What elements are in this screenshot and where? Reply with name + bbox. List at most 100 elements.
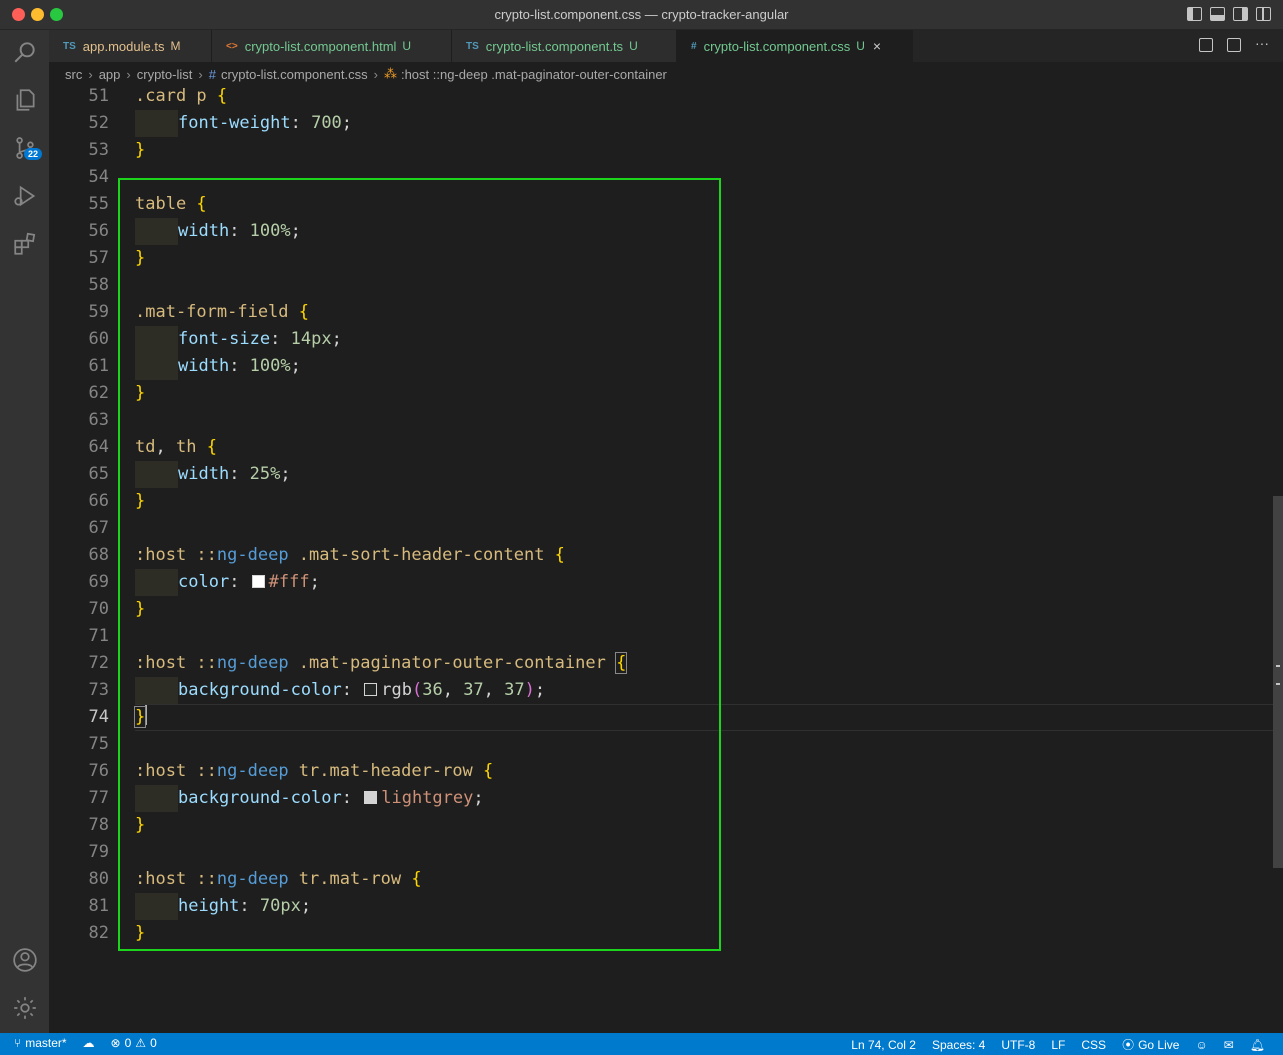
toggle-sidebar-icon[interactable] (1187, 7, 1202, 21)
split-editor-icon[interactable] (1227, 38, 1241, 52)
tab-git-status: U (856, 39, 865, 53)
notifications-icon[interactable]: 🔔︎ (1250, 1036, 1265, 1053)
vertical-scrollbar[interactable] (1273, 86, 1283, 1033)
toggle-panel-icon[interactable] (1210, 7, 1225, 21)
code-line[interactable]: 55 table { (49, 191, 1283, 218)
run-debug-icon[interactable] (11, 182, 39, 210)
tab-app-module-ts[interactable]: TS app.module.ts M (49, 30, 212, 62)
code-line[interactable]: 78} (49, 812, 1283, 839)
tab-label: crypto-list.component.css (703, 38, 851, 54)
sync-icon[interactable]: ☁ (83, 1036, 95, 1050)
breadcrumb-file[interactable]: crypto-list.component.css (221, 67, 368, 82)
code-line[interactable]: 60 font-size: 14px; (49, 326, 1283, 353)
line-code: } (135, 812, 145, 839)
extensions-icon[interactable] (11, 230, 39, 258)
code-line[interactable]: 68:host ::ng-deep .mat-sort-header-conte… (49, 542, 1283, 569)
language-mode[interactable]: CSS (1081, 1036, 1106, 1053)
go-live-button[interactable]: ⦿ Go Live (1122, 1036, 1179, 1053)
code-token: :host (135, 761, 197, 781)
code-line[interactable]: 53} (49, 137, 1283, 164)
tab-crypto-list-ts[interactable]: TS crypto-list.component.ts U (452, 30, 677, 62)
scrollbar-thumb[interactable] (1273, 496, 1283, 868)
code-token: font-size (178, 329, 271, 349)
close-tab-icon[interactable]: × (873, 38, 881, 54)
line-number: 58 (88, 275, 109, 295)
code-line[interactable]: 69 color: #fff; (49, 569, 1283, 596)
line-number: 67 (88, 518, 109, 538)
open-changes-icon[interactable] (1199, 38, 1213, 52)
chevron-right-icon: › (198, 66, 203, 82)
code-line[interactable]: 62} (49, 380, 1283, 407)
code-line[interactable]: 79 (49, 839, 1283, 866)
code-line[interactable]: 73 background-color: rgb(36, 37, 37); (49, 677, 1283, 704)
code-line[interactable]: 65 width: 25%; (49, 461, 1283, 488)
code-line[interactable]: 54 (49, 164, 1283, 191)
code-token: , (483, 680, 505, 700)
code-line[interactable]: 57} (49, 245, 1283, 272)
settings-gear-icon[interactable] (11, 994, 39, 1022)
breadcrumb-symbol[interactable]: :host ::ng-deep .mat-paginator-outer-con… (401, 67, 667, 82)
code-editor[interactable]: 51 .card p {52 font-weight: 700; 53} 54 55 tab… (49, 86, 1283, 1033)
problems-status[interactable]: ⊗ 0 ⚠ 0 (111, 1036, 157, 1050)
more-actions-icon[interactable]: ··· (1255, 36, 1269, 52)
code-line[interactable]: 63 (49, 407, 1283, 434)
code-token: ; (331, 329, 342, 349)
accounts-icon[interactable] (11, 946, 39, 974)
code-line[interactable]: 76:host ::ng-deep tr.mat-header-row { (49, 758, 1283, 785)
indentation[interactable]: Spaces: 4 (932, 1036, 985, 1053)
customize-layout-icon[interactable] (1256, 7, 1271, 21)
code-line[interactable]: 52 font-weight: 700; (49, 110, 1283, 137)
code-line[interactable]: 72:host ::ng-deep .mat-paginator-outer-c… (49, 650, 1283, 677)
code-line[interactable]: 59 .mat-form-field { (49, 299, 1283, 326)
cursor-position[interactable]: Ln 74, Col 2 (851, 1036, 916, 1053)
code-token: ; (341, 113, 353, 133)
code-line[interactable]: 66} (49, 488, 1283, 515)
code-line[interactable]: 51 .card p { (49, 86, 1283, 110)
end-of-line[interactable]: LF (1051, 1036, 1065, 1053)
code-token: { (411, 869, 422, 889)
html-file-icon: <> (226, 40, 238, 52)
code-line[interactable]: 67 (49, 515, 1283, 542)
code-token: 100% (249, 356, 291, 376)
encoding[interactable]: UTF-8 (1001, 1036, 1035, 1053)
code-token: : (341, 680, 363, 700)
code-line[interactable]: 56 width: 100%; (49, 218, 1283, 245)
breadcrumb-src[interactable]: src (65, 67, 82, 82)
code-token: tr.mat-row (288, 869, 412, 889)
code-line[interactable]: 61 width: 100%; (49, 353, 1283, 380)
tab-crypto-list-html[interactable]: <> crypto-list.component.html U (212, 30, 452, 62)
feedback-icon[interactable]: ✉ (1224, 1036, 1234, 1053)
code-line[interactable]: 74} (49, 704, 1283, 731)
code-line[interactable]: 77 background-color: lightgrey; (49, 785, 1283, 812)
line-code: :host ::ng-deep tr.mat-header-row { (135, 758, 493, 785)
code-line[interactable]: 81 height: 70px; (49, 893, 1283, 920)
search-icon[interactable] (11, 38, 39, 66)
tab-crypto-list-css[interactable]: # crypto-list.component.css U × (677, 30, 913, 62)
code-token: ng-deep (216, 761, 289, 781)
toggle-secondary-sidebar-icon[interactable] (1233, 7, 1248, 21)
line-number: 75 (88, 734, 109, 754)
code-line[interactable]: 64 td, th { (49, 434, 1283, 461)
code-line[interactable]: 75 (49, 731, 1283, 758)
code-token: table (135, 194, 197, 214)
layout-controls (1187, 7, 1271, 21)
code-token: ; (473, 788, 484, 808)
branch-status[interactable]: ⑂ master* (14, 1036, 67, 1050)
line-number: 73 (88, 680, 109, 700)
tab-label: app.module.ts (82, 38, 165, 54)
code-line[interactable]: 82} (49, 920, 1283, 947)
copilot-icon[interactable]: ☺ (1195, 1036, 1207, 1053)
code-line[interactable]: 71 (49, 623, 1283, 650)
code-token: width (178, 464, 230, 484)
code-line[interactable]: 70} (49, 596, 1283, 623)
code-line[interactable]: 80:host ::ng-deep tr.mat-row { (49, 866, 1283, 893)
indent-guide (135, 353, 178, 380)
code-line[interactable]: 58 (49, 272, 1283, 299)
code-token: : (229, 356, 250, 376)
code-token: { (216, 86, 228, 106)
explorer-icon[interactable] (11, 86, 39, 114)
code-token: #fff (268, 572, 310, 592)
chevron-right-icon: › (373, 66, 378, 82)
breadcrumb-app[interactable]: app (99, 67, 121, 82)
breadcrumb-crypto-list[interactable]: crypto-list (137, 67, 193, 82)
